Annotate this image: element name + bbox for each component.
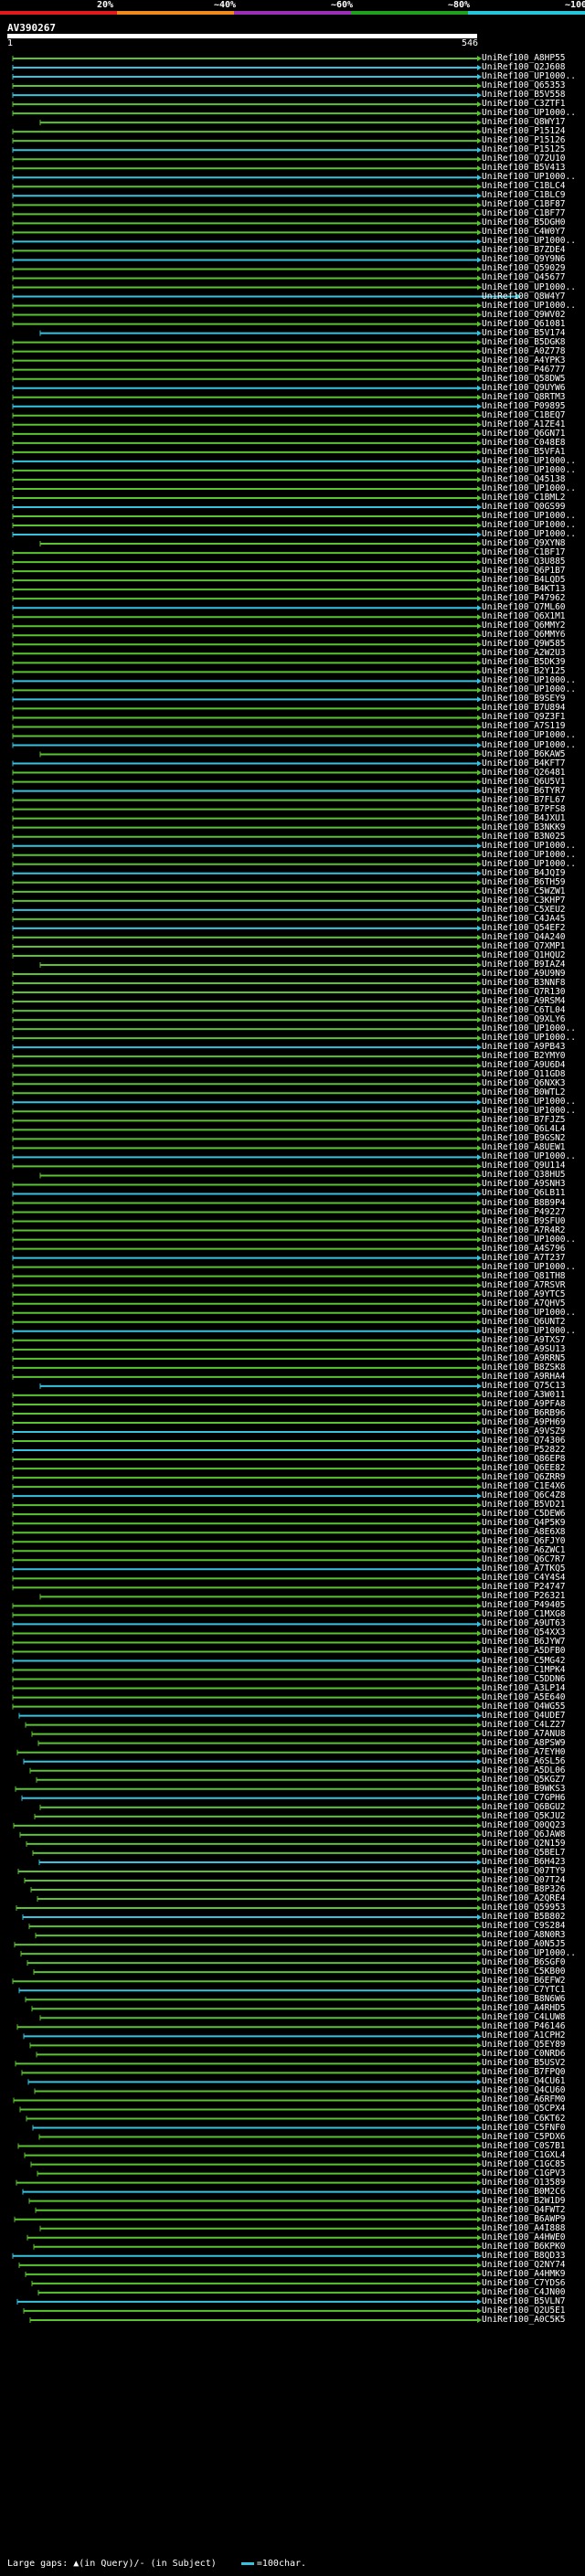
hit-label[interactable]: UniRef100_A0C5K5 bbox=[482, 2315, 566, 2325]
large-gaps-legend: Large gaps: ▲(in Query)/- (in Subject) bbox=[7, 2559, 217, 2569]
hit-label[interactable]: UniRef100_A5DFB0 bbox=[482, 1647, 566, 1656]
scale-swatch bbox=[240, 2561, 254, 2565]
hit-label[interactable]: UniRef100_B8B9P4 bbox=[482, 1198, 566, 1208]
hit-label[interactable]: UniRef100_Q6LB11 bbox=[482, 1189, 566, 1198]
hit-label[interactable]: UniRef100_UP1000.. bbox=[482, 740, 576, 750]
hit-label[interactable]: UniRef100_Q5CPX4 bbox=[482, 2104, 566, 2114]
hit-label[interactable]: UniRef100_Q45677 bbox=[482, 273, 566, 282]
footer: Large gaps: ▲(in Query)/- (in Subject) =… bbox=[7, 2559, 306, 2569]
hit-label[interactable]: UniRef100_UP1000.. bbox=[482, 731, 576, 740]
hit-label[interactable]: UniRef100_UP1000.. bbox=[482, 282, 576, 292]
scale-legend: =100char. bbox=[256, 2559, 307, 2569]
hit-label[interactable]: UniRef100_C6KT62 bbox=[482, 2114, 566, 2124]
hit-label[interactable]: UniRef100_C5MG42 bbox=[482, 1656, 566, 1666]
